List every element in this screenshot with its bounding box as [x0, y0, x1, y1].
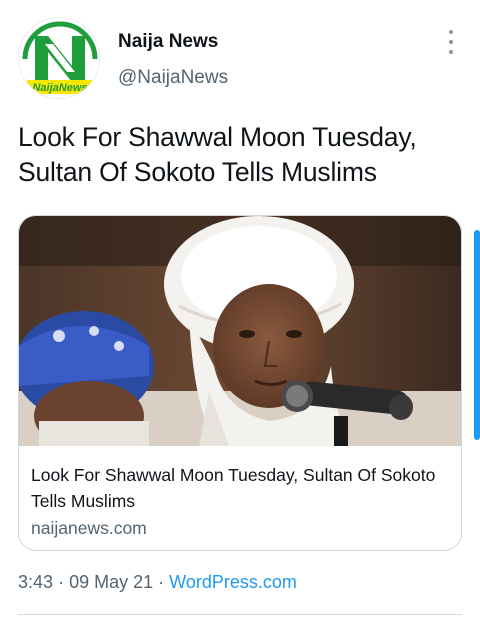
card-image[interactable]: [19, 216, 461, 446]
naija-news-logo-icon: NaijaNews: [19, 18, 99, 98]
card-title: Look For Shawwal Moon Tuesday, Sultan Of…: [31, 465, 436, 511]
author-handle[interactable]: @NaijaNews: [118, 67, 228, 89]
tweet-time[interactable]: 3:43: [18, 572, 53, 592]
divider: [18, 614, 462, 615]
link-card[interactable]: Look For Shawwal Moon Tuesday, Sultan Of…: [18, 215, 462, 551]
dot: [449, 50, 453, 54]
tweet-date[interactable]: 09 May 21: [69, 572, 153, 592]
dot: [449, 40, 453, 44]
tweet-source-link[interactable]: WordPress.com: [169, 572, 297, 592]
tweet-header: NaijaNews Naija News @NaijaNews: [0, 0, 480, 110]
author-avatar[interactable]: NaijaNews: [18, 17, 100, 99]
card-domain: naijanews.com: [31, 518, 147, 538]
more-options-icon[interactable]: [442, 30, 460, 54]
scrollbar[interactable]: [474, 230, 480, 440]
dot: [449, 30, 453, 34]
svg-text:NaijaNews: NaijaNews: [32, 82, 87, 94]
tweet-text: Look For Shawwal Moon Tuesday, Sultan Of…: [18, 122, 417, 187]
meta-separator: ·: [158, 572, 165, 592]
meta-separator: ·: [58, 572, 65, 592]
tweet-meta: 3:43 · 09 May 21 · WordPress.com: [18, 572, 297, 593]
author-name[interactable]: Naija News: [118, 31, 218, 53]
